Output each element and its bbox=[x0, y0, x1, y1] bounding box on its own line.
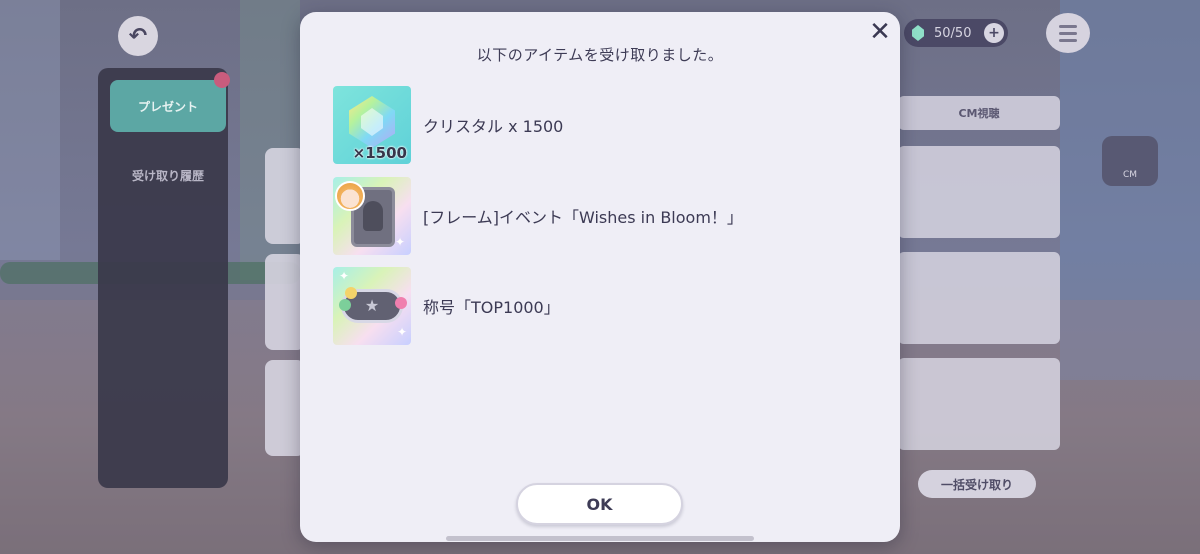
frame-icon: ✦ bbox=[333, 177, 411, 255]
star-icon: ★ bbox=[364, 296, 380, 315]
item-label: 称号「TOP1000」 bbox=[423, 298, 560, 317]
menu-icon-bar bbox=[1059, 38, 1077, 42]
back-arrow-icon: ↶ bbox=[128, 23, 148, 49]
present-list-item bbox=[265, 148, 305, 244]
crystal-counter: 50/50 + bbox=[904, 19, 1008, 47]
home-indicator[interactable] bbox=[446, 536, 754, 541]
present-list-item bbox=[898, 358, 1060, 450]
present-list-item bbox=[265, 254, 305, 350]
menu-button[interactable] bbox=[1046, 13, 1090, 53]
character-avatar bbox=[335, 181, 365, 211]
present-list-item bbox=[265, 360, 305, 456]
crystal-icon bbox=[912, 25, 924, 41]
menu-icon-bar bbox=[1059, 31, 1077, 35]
back-button[interactable]: ↶ bbox=[118, 16, 158, 56]
flower-decoration bbox=[339, 299, 351, 311]
receive-all-button: 一括受け取り bbox=[918, 470, 1036, 498]
flower-decoration bbox=[395, 297, 407, 309]
add-crystal-button[interactable]: + bbox=[984, 23, 1004, 43]
sparkle-icon: ✦ bbox=[339, 269, 350, 283]
received-item: ×1500 クリスタル x 1500 bbox=[333, 86, 853, 164]
sparkle-icon: ✦ bbox=[395, 235, 406, 249]
notification-badge bbox=[214, 72, 230, 88]
crystal-icon: ×1500 bbox=[333, 86, 411, 164]
present-list-item bbox=[898, 252, 1060, 344]
present-list-item bbox=[898, 146, 1060, 238]
cm-watch-button: CM視聴 bbox=[898, 96, 1060, 130]
ok-button[interactable]: OK bbox=[516, 483, 683, 525]
dialog-title: 以下のアイテムを受け取りました。 bbox=[476, 46, 724, 64]
item-quantity: ×1500 bbox=[352, 144, 407, 162]
tab-receive-history[interactable]: 受け取り履歴 bbox=[110, 160, 226, 190]
item-label: [フレーム]イベント「Wishes in Bloom！」 bbox=[423, 208, 743, 227]
title-plate-icon: ✦ ★ ✦ bbox=[333, 267, 411, 345]
item-label: クリスタル x 1500 bbox=[423, 117, 564, 136]
background-building bbox=[0, 0, 60, 260]
frame-silhouette bbox=[363, 201, 383, 231]
menu-icon-bar bbox=[1059, 24, 1077, 28]
flower-decoration bbox=[345, 287, 357, 299]
tab-present[interactable]: プレゼント bbox=[110, 80, 226, 132]
crystal-counter-value: 50/50 bbox=[934, 25, 972, 41]
received-item: ✦ [フレーム]イベント「Wishes in Bloom！」 bbox=[333, 177, 853, 255]
cm-icon-label: CM bbox=[1122, 170, 1138, 180]
cm-icon: CM bbox=[1102, 136, 1158, 186]
received-item: ✦ ★ ✦ 称号「TOP1000」 bbox=[333, 267, 853, 345]
sparkle-icon: ✦ bbox=[397, 325, 408, 339]
